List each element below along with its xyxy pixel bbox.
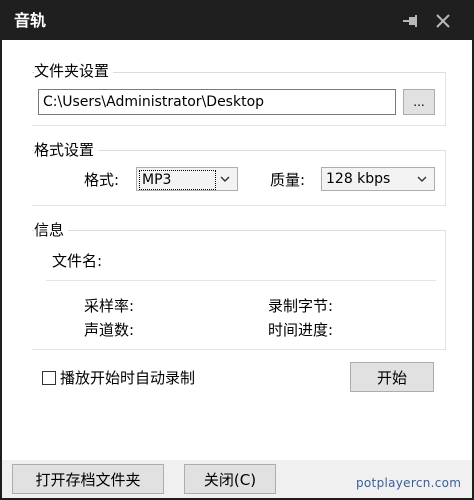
open-folder-button[interactable]: 打开存档文件夹 <box>12 464 164 494</box>
filename-label: 文件名: <box>52 252 103 270</box>
format-label: 格式: <box>84 171 120 189</box>
auto-record-label[interactable]: 播放开始时自动录制 <box>60 368 195 388</box>
start-button[interactable]: 开始 <box>350 362 434 392</box>
channels-label: 声道数: <box>84 321 135 339</box>
folder-settings-title: 文件夹设置 <box>34 62 114 80</box>
format-settings-title: 格式设置 <box>34 141 99 159</box>
browse-button[interactable]: ... <box>403 89 435 115</box>
browse-button-label: ... <box>413 95 425 109</box>
samplerate-label: 采样率: <box>84 297 135 315</box>
info-inner-divider <box>46 280 436 281</box>
open-folder-button-label: 打开存档文件夹 <box>35 470 141 489</box>
close-icon <box>436 14 450 28</box>
close-button[interactable]: 关闭(C) <box>184 464 276 494</box>
quality-label: 质量: <box>270 171 306 189</box>
info-title: 信息 <box>34 221 69 239</box>
auto-record-checkbox[interactable] <box>42 371 56 385</box>
time-progress-label: 时间进度: <box>268 321 334 339</box>
recorder-window: 音轨 文件夹设置 ... 格式设置 格式: MP3 <box>0 0 474 500</box>
recorded-bytes-label: 录制字节: <box>268 297 334 315</box>
close-button-label: 关闭(C) <box>203 470 257 489</box>
chevron-down-icon <box>220 176 230 182</box>
pin-button[interactable] <box>398 8 424 34</box>
window-title: 音轨 <box>14 11 47 30</box>
format-select-value: MP3 <box>139 170 217 190</box>
start-button-label: 开始 <box>376 368 407 387</box>
close-window-button[interactable] <box>430 8 456 34</box>
title-bar[interactable]: 音轨 <box>2 2 472 40</box>
pin-icon <box>403 15 417 27</box>
quality-select[interactable]: 128 kbps <box>321 167 435 191</box>
chevron-down-icon <box>417 176 427 182</box>
save-path-input[interactable] <box>38 89 396 115</box>
quality-select-value: 128 kbps <box>326 171 391 187</box>
watermark: potplayercn.com <box>356 476 462 490</box>
dialog-content: 文件夹设置 ... 格式设置 格式: MP3 质量: 128 kbps 信息 文… <box>2 40 472 460</box>
format-select[interactable]: MP3 <box>136 167 238 191</box>
dialog-footer: 打开存档文件夹 关闭(C) potplayercn.com <box>2 460 472 498</box>
